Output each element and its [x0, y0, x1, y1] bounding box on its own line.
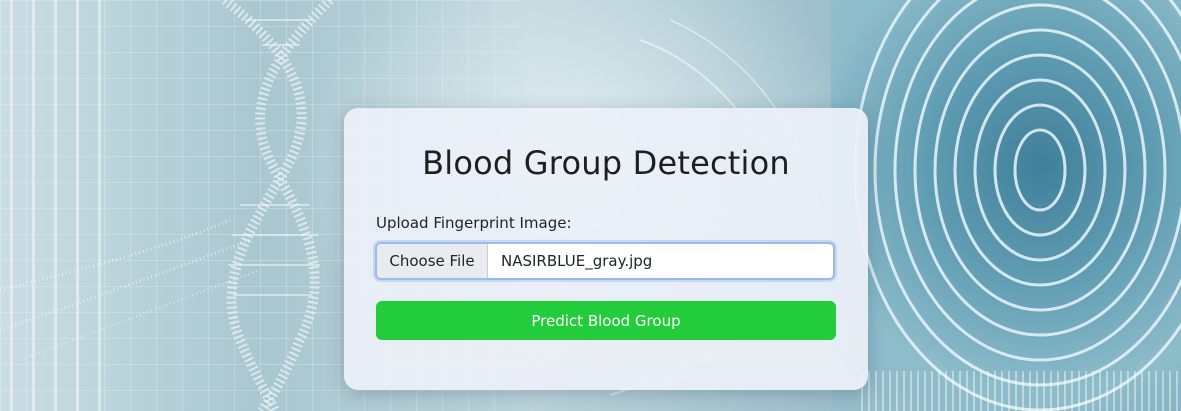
page-title: Blood Group Detection: [422, 144, 790, 182]
detection-card: Blood Group Detection Upload Fingerprint…: [344, 108, 868, 390]
upload-label: Upload Fingerprint Image:: [376, 214, 572, 232]
dna-helix-icon: [221, 0, 334, 411]
fingerprint-file-input[interactable]: Choose File NASIRBLUE_gray.jpg: [375, 242, 835, 280]
fingerprint-icon: [853, 0, 1181, 411]
predict-blood-group-button[interactable]: Predict Blood Group: [376, 301, 836, 340]
selected-file-name: NASIRBLUE_gray.jpg: [501, 252, 653, 270]
choose-file-button[interactable]: Choose File: [377, 244, 488, 278]
decorative-ticks: [861, 371, 1181, 411]
data-sweep-lines: [0, 218, 261, 361]
page-root: Blood Group Detection Upload Fingerprint…: [0, 0, 1181, 411]
